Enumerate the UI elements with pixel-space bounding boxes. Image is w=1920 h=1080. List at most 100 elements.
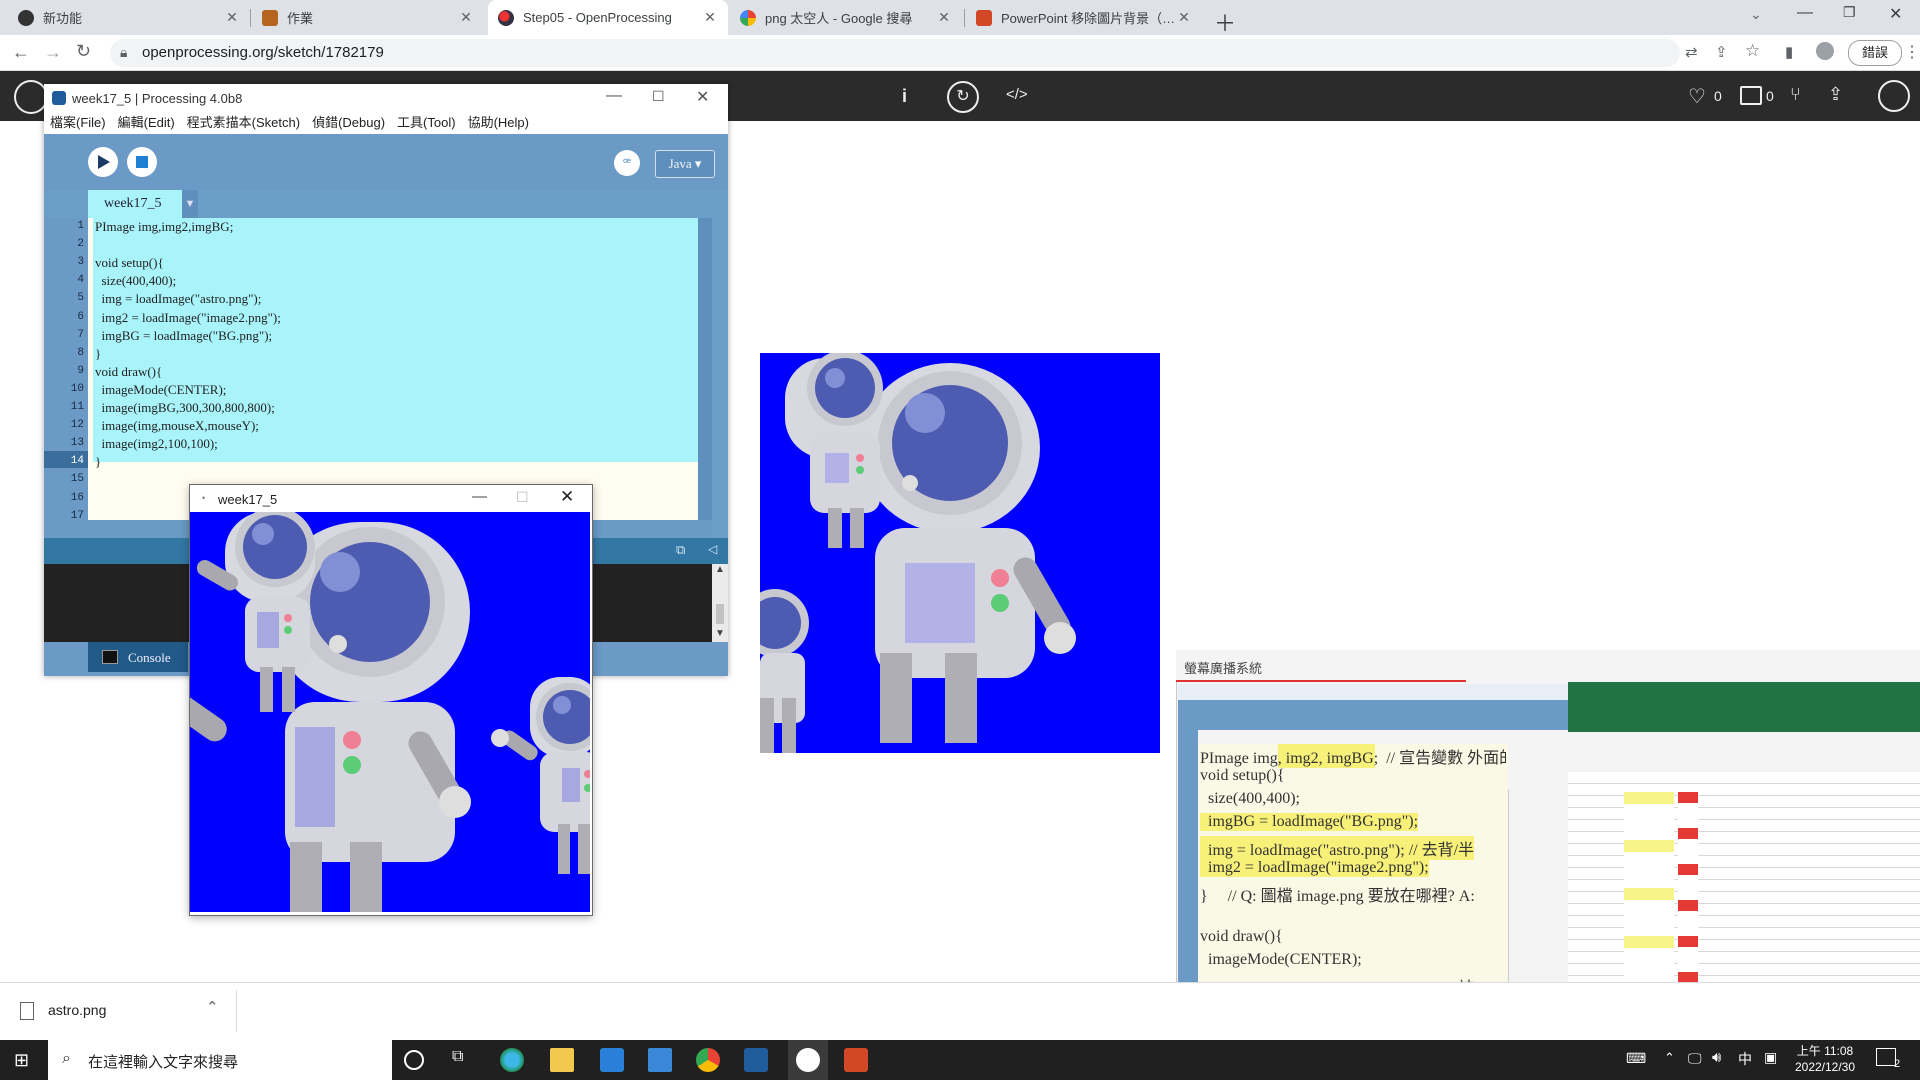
edge-icon[interactable]: [500, 1048, 524, 1072]
close-icon[interactable]: ✕: [458, 9, 474, 26]
close-button[interactable]: ✕: [696, 87, 709, 107]
scroll-thumb[interactable]: [716, 604, 724, 624]
close-icon[interactable]: ✕: [936, 9, 952, 26]
code-line[interactable]: }: [95, 454, 101, 470]
mail-icon[interactable]: [648, 1048, 672, 1072]
code-line[interactable]: img = loadImage("astro.png");: [95, 291, 262, 307]
restore-button[interactable]: ❐: [1843, 4, 1856, 21]
sketch-canvas[interactable]: [190, 512, 590, 912]
tab-openprocessing[interactable]: Step05 - OpenProcessing ✕: [488, 0, 728, 35]
restart-icon[interactable]: ↻: [947, 81, 979, 113]
sketch-taskbar-icon[interactable]: [796, 1048, 820, 1072]
code-line[interactable]: image(img,mouseX,mouseY);: [95, 418, 259, 434]
new-tab-button[interactable]: ＋: [1214, 6, 1236, 38]
bookmark-star-icon[interactable]: ☆: [1745, 41, 1760, 61]
network-icon[interactable]: 🖵︎: [1688, 1050, 1702, 1067]
tab-new-features[interactable]: 新功能 ✕: [8, 0, 250, 35]
side-panel-icon[interactable]: ▮: [1785, 43, 1793, 61]
sketch-preview-canvas[interactable]: [760, 353, 1160, 753]
tab-homework[interactable]: 作業 ✕: [252, 0, 484, 35]
chrome-icon[interactable]: [696, 1048, 720, 1072]
heart-icon[interactable]: ♡: [1688, 84, 1706, 109]
notification-icon[interactable]: [1876, 1048, 1896, 1066]
scroll-up-icon[interactable]: ▲: [715, 564, 725, 575]
chevron-up-icon[interactable]: ⌃: [206, 998, 219, 1016]
fork-icon[interactable]: ⑂: [1790, 84, 1801, 105]
close-button[interactable]: ✕: [560, 487, 574, 507]
download-filename[interactable]: astro.png: [48, 1002, 106, 1018]
forward-arrow-icon[interactable]: →: [44, 42, 62, 63]
user-avatar-icon[interactable]: [1878, 80, 1910, 112]
store-icon[interactable]: [600, 1048, 624, 1072]
window-close-button[interactable]: ✕: [1889, 4, 1902, 24]
info-icon[interactable]: i: [902, 86, 907, 107]
run-button[interactable]: [88, 147, 118, 177]
keyboard-icon[interactable]: ⌨: [1626, 1050, 1646, 1067]
minimize-button[interactable]: —: [472, 488, 487, 505]
close-icon[interactable]: ✕: [702, 9, 718, 26]
code-line[interactable]: PImage img,img2,imgBG;: [95, 219, 233, 235]
volume-icon[interactable]: 🔊︎: [1712, 1049, 1721, 1066]
comment-icon[interactable]: [1740, 86, 1762, 105]
debug-toggle-button[interactable]: ꟹ: [614, 150, 640, 176]
ime-mode-icon[interactable]: ▣: [1764, 1049, 1777, 1066]
console-tab[interactable]: Console: [88, 642, 188, 672]
cortana-icon[interactable]: [404, 1050, 424, 1070]
minimize-button[interactable]: —: [606, 87, 622, 105]
code-line[interactable]: void draw(){: [95, 364, 162, 380]
code-line[interactable]: image(imgBG,300,300,800,800);: [95, 400, 275, 416]
maximize-button[interactable]: ☐: [652, 88, 665, 105]
back-arrow-icon[interactable]: ←: [12, 42, 30, 63]
profile-avatar[interactable]: [1816, 42, 1834, 60]
lock-icon[interactable]: 🔒︎: [120, 44, 127, 61]
menu-debug[interactable]: 偵錯(Debug): [306, 112, 391, 134]
menu-kebab-icon[interactable]: ⋮: [1904, 42, 1920, 62]
minimize-button[interactable]: —: [1797, 4, 1813, 22]
scroll-down-icon[interactable]: ▼: [715, 628, 725, 639]
task-view-icon[interactable]: ⧉: [452, 1048, 463, 1066]
menu-sketch[interactable]: 程式素描本(Sketch): [181, 112, 306, 134]
menu-help[interactable]: 協助(Help): [462, 112, 535, 134]
stop-button[interactable]: [127, 147, 157, 177]
code-line[interactable]: imgBG = loadImage("BG.png");: [95, 328, 273, 344]
code-line[interactable]: void setup(){: [95, 255, 164, 271]
tab-search-icon[interactable]: ⌄: [1750, 6, 1762, 23]
code-icon[interactable]: </>: [1006, 86, 1028, 103]
file-explorer-icon[interactable]: [550, 1048, 574, 1072]
editor-scrollbar[interactable]: [698, 218, 712, 520]
code-line[interactable]: imageMode(CENTER);: [95, 382, 227, 398]
close-icon[interactable]: ✕: [224, 9, 240, 26]
windows-start-icon[interactable]: ⊞: [14, 1050, 29, 1071]
copy-icon[interactable]: ⧉: [676, 542, 685, 558]
mode-selector[interactable]: Java ▾: [655, 150, 715, 178]
processing-taskbar-icon[interactable]: [744, 1048, 768, 1072]
taskbar-search[interactable]: ⌕ 在這裡輸入文字來搜尋: [48, 1040, 392, 1080]
code-line[interactable]: img2 = loadImage("image2.png");: [95, 310, 281, 326]
tab-powerpoint[interactable]: PowerPoint 移除圖片背景（去背 ✕: [966, 0, 1202, 35]
ime-indicator[interactable]: 中: [1738, 1049, 1752, 1069]
share-icon[interactable]: ⇪: [1828, 84, 1843, 105]
code-line[interactable]: image(img2,100,100);: [95, 436, 218, 452]
openprocessing-logo[interactable]: [14, 80, 48, 114]
code-line[interactable]: size(400,400);: [95, 273, 177, 289]
menu-edit[interactable]: 編輯(Edit): [112, 112, 181, 134]
profile-error-badge[interactable]: 錯誤: [1848, 40, 1902, 66]
line-number: 14: [70, 455, 84, 468]
console-scrollbar[interactable]: ▲ ▼: [712, 564, 728, 642]
reload-icon[interactable]: ↻: [76, 41, 91, 62]
code-line[interactable]: }: [95, 346, 101, 362]
collapse-icon[interactable]: ◁: [708, 542, 717, 556]
tab-google-search[interactable]: png 太空人 - Google 搜尋 ✕: [730, 0, 962, 35]
translate-icon[interactable]: ⇄: [1685, 43, 1698, 61]
taskbar-time[interactable]: 上午 11:08: [1790, 1042, 1860, 1059]
ide-titlebar[interactable]: week17_5 | Processing 4.0b8 — ☐ ✕: [44, 84, 728, 112]
broadcast-taskbar-icon[interactable]: [844, 1048, 868, 1072]
taskbar-date[interactable]: 2022/12/30: [1790, 1060, 1860, 1074]
url-text[interactable]: openprocessing.org/sketch/1782179: [142, 44, 384, 61]
menu-file[interactable]: 檔案(File): [44, 112, 112, 134]
chevron-up-icon[interactable]: ⌃: [1664, 1050, 1675, 1066]
tab-menu-arrow-icon[interactable]: ▼: [182, 190, 198, 218]
menu-tool[interactable]: 工具(Tool): [391, 112, 462, 134]
share-icon[interactable]: ⇪: [1715, 43, 1728, 61]
close-icon[interactable]: ✕: [1176, 9, 1192, 26]
